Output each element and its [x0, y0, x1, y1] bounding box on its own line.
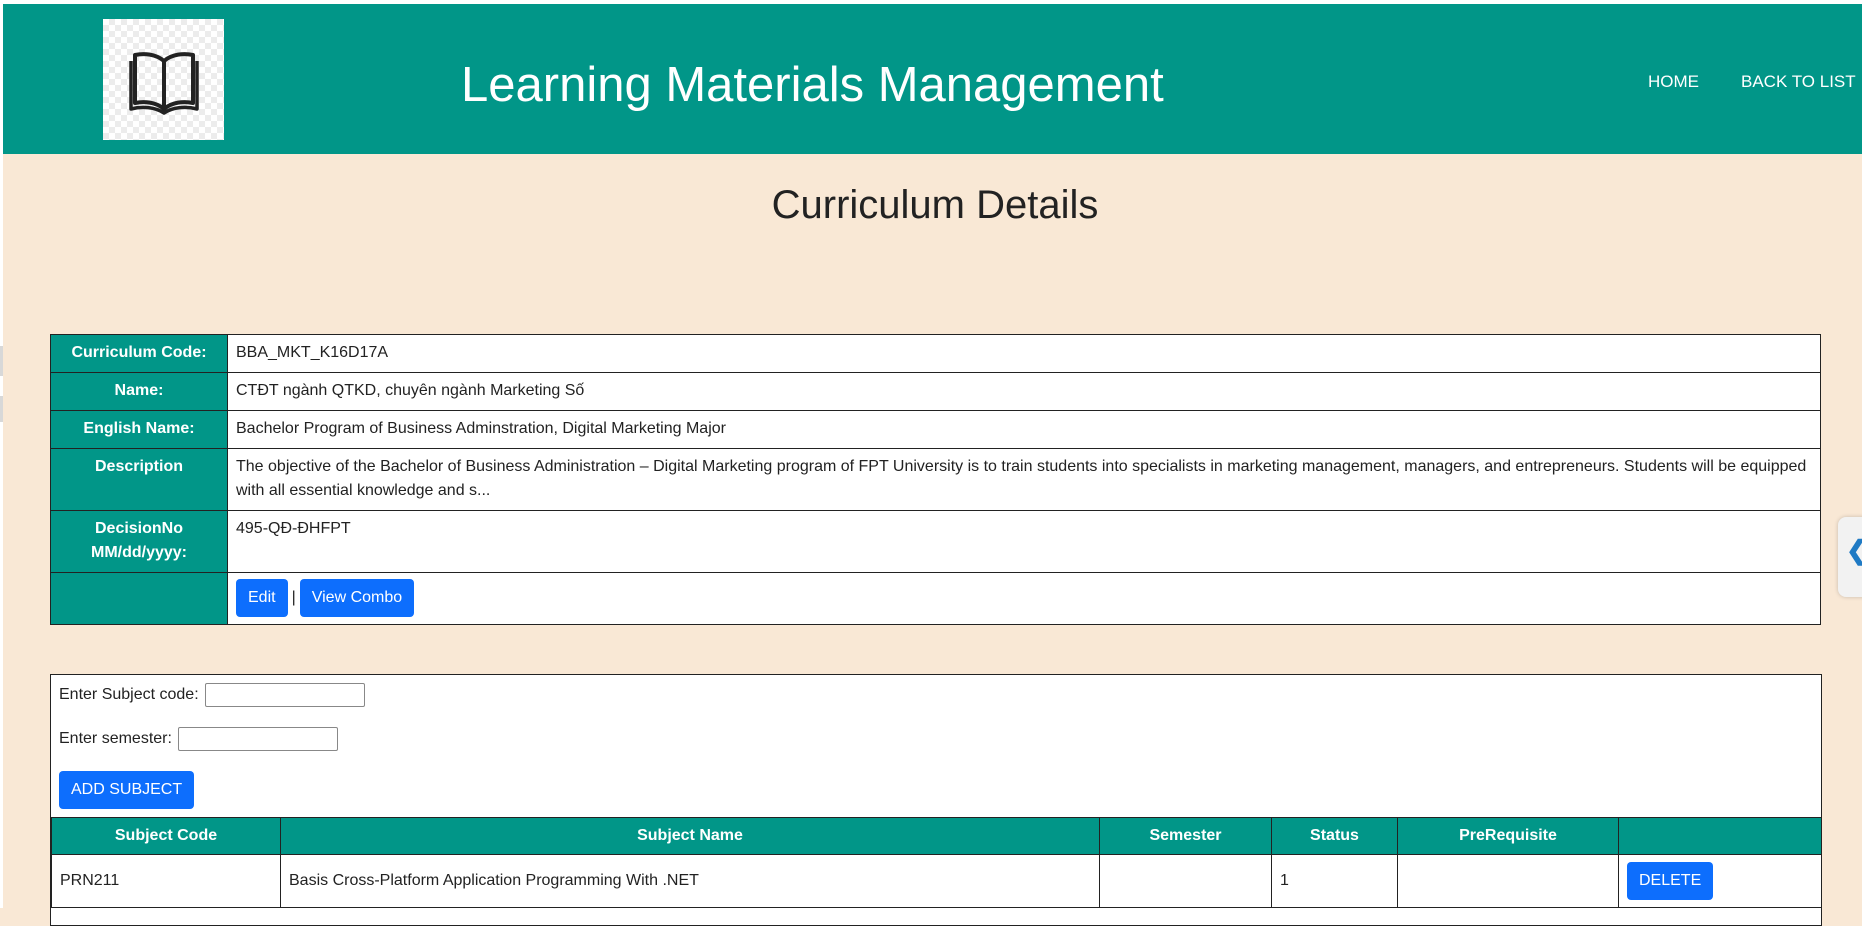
cell-actions: DELETE — [1618, 854, 1822, 908]
chevron-left-icon: ❮ — [1846, 535, 1862, 566]
detail-row-curriculum-code: Curriculum Code: BBA_MKT_K16D17A — [50, 334, 1821, 373]
detail-value: The objective of the Bachelor of Busines… — [227, 448, 1821, 511]
detail-value: BBA_MKT_K16D17A — [227, 334, 1821, 373]
column-header-subject-name: Subject Name — [280, 817, 1100, 855]
left-edge-mark — [0, 396, 3, 422]
subject-code-row: Enter Subject code: — [59, 683, 366, 707]
detail-row-english-name: English Name: Bachelor Program of Busine… — [50, 410, 1821, 449]
detail-label: Description — [50, 448, 228, 511]
curriculum-details-table: Curriculum Code: BBA_MKT_K16D17A Name: C… — [50, 334, 1821, 625]
add-subject-button[interactable]: ADD SUBJECT — [59, 771, 195, 809]
delete-button[interactable]: DELETE — [1627, 862, 1714, 900]
column-header-actions — [1618, 817, 1822, 855]
detail-label: Curriculum Code: — [50, 334, 228, 373]
logo[interactable] — [103, 19, 224, 140]
subject-code-label: Enter Subject code: — [59, 686, 199, 704]
action-separator: | — [291, 589, 296, 606]
semester-label: Enter semester: — [59, 730, 172, 748]
column-header-semester: Semester — [1099, 817, 1272, 855]
view-combo-button[interactable]: View Combo — [299, 579, 415, 617]
left-edge-mark — [0, 346, 3, 376]
detail-row-actions: Edit | View Combo — [50, 572, 1821, 625]
subjects-table: Subject Code Subject Name Semester Statu… — [51, 817, 1822, 908]
semester-row: Enter semester: — [59, 727, 339, 751]
page-title: Curriculum Details — [771, 183, 1099, 227]
detail-label: Name: — [50, 372, 228, 411]
detail-label: DecisionNo MM/dd/yyyy: — [50, 510, 228, 573]
open-book-icon — [128, 51, 199, 115]
detail-value: 495-QĐ-ĐHFPT — [227, 510, 1821, 573]
edit-button[interactable]: Edit — [236, 579, 288, 617]
detail-value: CTĐT ngành QTKD, chuyên ngành Marketing … — [227, 372, 1821, 411]
nav-back-to-list-link[interactable]: BACK TO LIST — [1741, 70, 1856, 94]
subjects-table-header: Subject Code Subject Name Semester Statu… — [51, 817, 1822, 855]
subjects-section: Enter Subject code: Enter semester: ADD … — [50, 674, 1822, 926]
detail-row-description: Description The objective of the Bachelo… — [50, 448, 1821, 511]
detail-row-decision-no: DecisionNo MM/dd/yyyy: 495-QĐ-ĐHFPT — [50, 510, 1821, 573]
semester-input[interactable] — [178, 727, 339, 751]
column-header-status: Status — [1271, 817, 1398, 855]
detail-value: Bachelor Program of Business Adminstrati… — [227, 410, 1821, 449]
cell-prerequisite — [1397, 854, 1619, 908]
detail-row-name: Name: CTĐT ngành QTKD, chuyên ngành Mark… — [50, 372, 1821, 411]
cell-semester — [1099, 854, 1272, 908]
detail-label-empty — [50, 572, 228, 625]
cell-subject-code: PRN211 — [51, 854, 281, 908]
detail-actions: Edit | View Combo — [227, 572, 1821, 625]
table-row: PRN211 Basis Cross-Platform Application … — [51, 854, 1822, 908]
column-header-prerequisite: PreRequisite — [1397, 817, 1619, 855]
nav-home-link[interactable]: HOME — [1648, 70, 1699, 94]
cell-subject-name: Basis Cross-Platform Application Program… — [280, 854, 1100, 908]
site-title: Learning Materials Management — [461, 58, 1164, 112]
column-header-subject-code: Subject Code — [51, 817, 281, 855]
cell-status: 1 — [1271, 854, 1398, 908]
subject-code-input[interactable] — [205, 683, 366, 707]
site-header: Learning Materials Management HOME BACK … — [3, 4, 1862, 154]
side-panel-tab[interactable]: ❮ — [1838, 517, 1862, 597]
detail-label: English Name: — [50, 410, 228, 449]
